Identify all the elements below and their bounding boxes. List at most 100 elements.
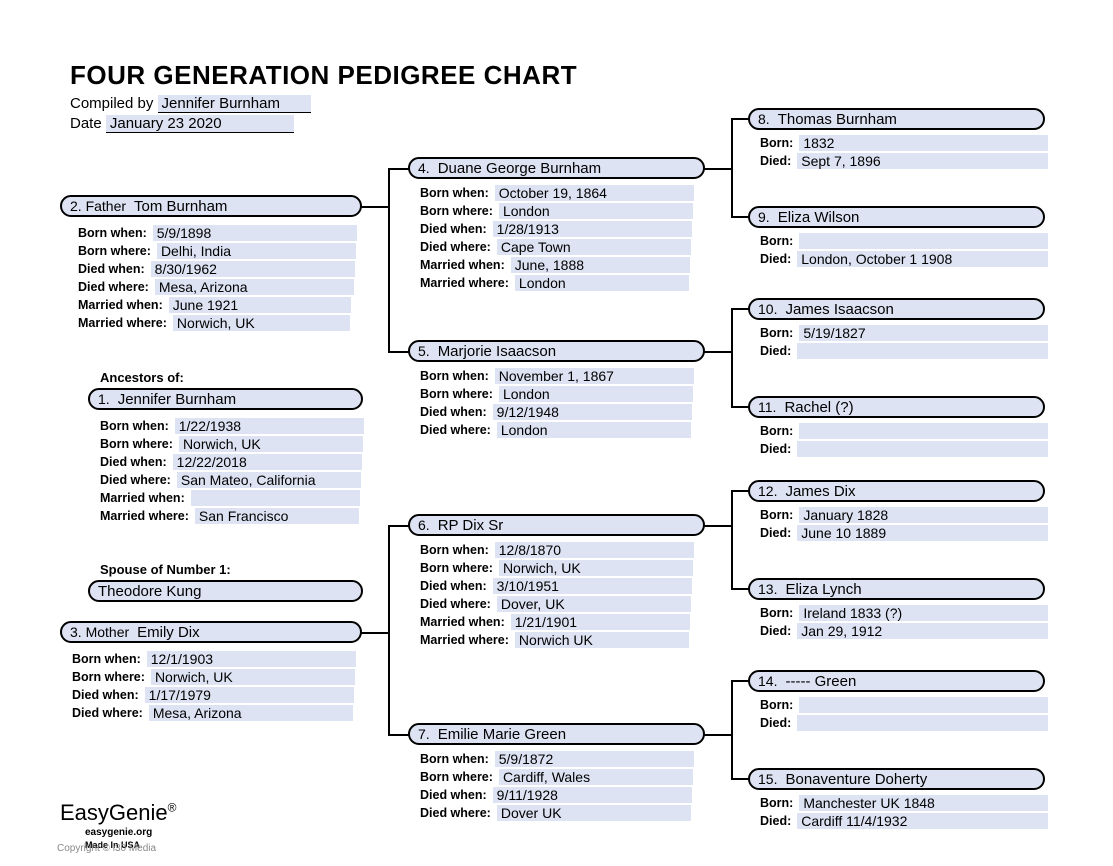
val[interactable]: 3/10/1951 — [493, 578, 692, 594]
name: RP Dix Sr — [438, 517, 504, 534]
date-value[interactable]: January 23 2020 — [106, 115, 294, 133]
val[interactable] — [797, 715, 1048, 731]
val[interactable]: Cardiff, Wales — [499, 769, 693, 785]
person-15[interactable]: 15.Bonaventure Doherty — [748, 768, 1045, 790]
label: Died where: — [420, 423, 491, 437]
person-7[interactable]: 7.Emilie Marie Green — [408, 723, 705, 745]
val[interactable]: Norwich UK — [515, 632, 689, 648]
val[interactable]: Ireland 1833 (?) — [799, 605, 1048, 621]
val[interactable]: 9/12/1948 — [493, 404, 692, 420]
p2-died-when[interactable]: 8/30/1962 — [151, 261, 355, 277]
val[interactable] — [799, 233, 1048, 249]
p3-born-where[interactable]: Norwich, UK — [151, 669, 355, 685]
p2-married-where[interactable]: Norwich, UK — [173, 315, 350, 331]
connector — [703, 734, 733, 736]
connector — [388, 734, 410, 736]
person-8[interactable]: 8.Thomas Burnham — [748, 108, 1045, 130]
person-2-label: 2. Father — [70, 198, 126, 214]
p1-born-when[interactable]: 1/22/1938 — [175, 418, 364, 434]
val[interactable]: London — [497, 422, 691, 438]
label: Died where: — [420, 597, 491, 611]
copyright: Copyright © i30 Media — [57, 843, 156, 854]
label: Born when: — [420, 186, 489, 200]
val[interactable] — [797, 441, 1048, 457]
num: 11. — [758, 399, 776, 415]
val[interactable]: London — [515, 275, 689, 291]
person-1[interactable]: 1. Jennifer Burnham — [88, 388, 363, 410]
val[interactable]: June, 1888 — [511, 257, 690, 273]
compiled-by-value[interactable]: Jennifer Burnham — [158, 95, 311, 113]
p2-born-where[interactable]: Delhi, India — [157, 243, 356, 259]
person-11[interactable]: 11.Rachel (?) — [748, 396, 1045, 418]
label: Born when: — [100, 419, 169, 433]
person-3-mother[interactable]: 3. Mother Emily Dix — [60, 621, 362, 643]
num: 5. — [418, 343, 430, 359]
num: 7. — [418, 726, 430, 742]
label: Born where: — [420, 204, 493, 218]
val[interactable]: London — [499, 203, 693, 219]
val[interactable]: Cardiff 11/4/1932 — [797, 813, 1048, 829]
val[interactable] — [797, 343, 1048, 359]
connector — [731, 490, 733, 590]
p3-born-when[interactable]: 12/1/1903 — [147, 651, 356, 667]
person-2-father[interactable]: 2. Father Tom Burnham — [60, 195, 362, 217]
val[interactable]: Dover UK — [497, 805, 691, 821]
person-4[interactable]: 4.Duane George Burnham — [408, 157, 705, 179]
val[interactable]: 5/9/1872 — [495, 751, 694, 767]
p3-died-when[interactable]: 1/17/1979 — [145, 687, 354, 703]
name: Eliza Lynch — [785, 581, 861, 598]
label: Died where: — [78, 280, 149, 294]
person-3-name: Emily Dix — [137, 624, 200, 641]
p2-married-when[interactable]: June 1921 — [169, 297, 351, 313]
p2-died-where[interactable]: Mesa, Arizona — [155, 279, 354, 295]
spouse-box[interactable]: Theodore Kung — [88, 580, 363, 602]
val[interactable]: October 19, 1864 — [495, 185, 694, 201]
val[interactable]: Jan 29, 1912 — [797, 623, 1048, 639]
connector — [731, 680, 733, 780]
num: 14. — [758, 673, 777, 689]
val[interactable]: Manchester UK 1848 — [799, 795, 1048, 811]
person-5[interactable]: 5.Marjorie Isaacson — [408, 340, 705, 362]
connector — [360, 632, 390, 634]
val[interactable] — [799, 423, 1048, 439]
p1-married-where[interactable]: San Francisco — [195, 508, 359, 524]
val[interactable]: 5/19/1827 — [799, 325, 1048, 341]
val[interactable]: Norwich, UK — [499, 560, 693, 576]
name: Bonaventure Doherty — [785, 771, 927, 788]
val[interactable]: June 10 1889 — [797, 525, 1048, 541]
val[interactable]: Sept 7, 1896 — [797, 153, 1048, 169]
val[interactable]: 1832 — [799, 135, 1048, 151]
val[interactable]: 9/11/1928 — [493, 787, 692, 803]
person-14[interactable]: 14.----- Green — [748, 670, 1045, 692]
person-9[interactable]: 9.Eliza Wilson — [748, 206, 1045, 228]
name: Thomas Burnham — [778, 111, 897, 128]
label: Born: — [760, 606, 793, 620]
label: Born: — [760, 326, 793, 340]
person-10[interactable]: 10.James Isaacson — [748, 298, 1045, 320]
person-13[interactable]: 13.Eliza Lynch — [748, 578, 1045, 600]
val[interactable]: 1/28/1913 — [493, 221, 692, 237]
p2-born-when[interactable]: 5/9/1898 — [153, 225, 357, 241]
val[interactable]: London — [499, 386, 693, 402]
val[interactable] — [799, 697, 1048, 713]
p1-died-when[interactable]: 12/22/2018 — [173, 454, 362, 470]
p1-died-where[interactable]: San Mateo, California — [177, 472, 361, 488]
label: Born: — [760, 508, 793, 522]
val[interactable]: 1/21/1901 — [511, 614, 690, 630]
p3-died-where[interactable]: Mesa, Arizona — [149, 705, 353, 721]
p1-born-where[interactable]: Norwich, UK — [179, 436, 363, 452]
compiled-by-row: Compiled by Jennifer Burnham — [70, 95, 311, 113]
val[interactable]: January 1828 — [799, 507, 1048, 523]
val[interactable]: 12/8/1870 — [495, 542, 694, 558]
num: 9. — [758, 209, 770, 225]
p1-married-when[interactable] — [191, 490, 360, 506]
val[interactable]: November 1, 1867 — [495, 368, 694, 384]
val[interactable]: London, October 1 1908 — [797, 251, 1048, 267]
label: Born when: — [420, 543, 489, 557]
person-12[interactable]: 12.James Dix — [748, 480, 1045, 502]
val[interactable]: Cape Town — [497, 239, 691, 255]
connector — [703, 168, 733, 170]
val[interactable]: Dover, UK — [497, 596, 691, 612]
label: Died: — [760, 716, 791, 730]
person-6[interactable]: 6.RP Dix Sr — [408, 514, 705, 536]
